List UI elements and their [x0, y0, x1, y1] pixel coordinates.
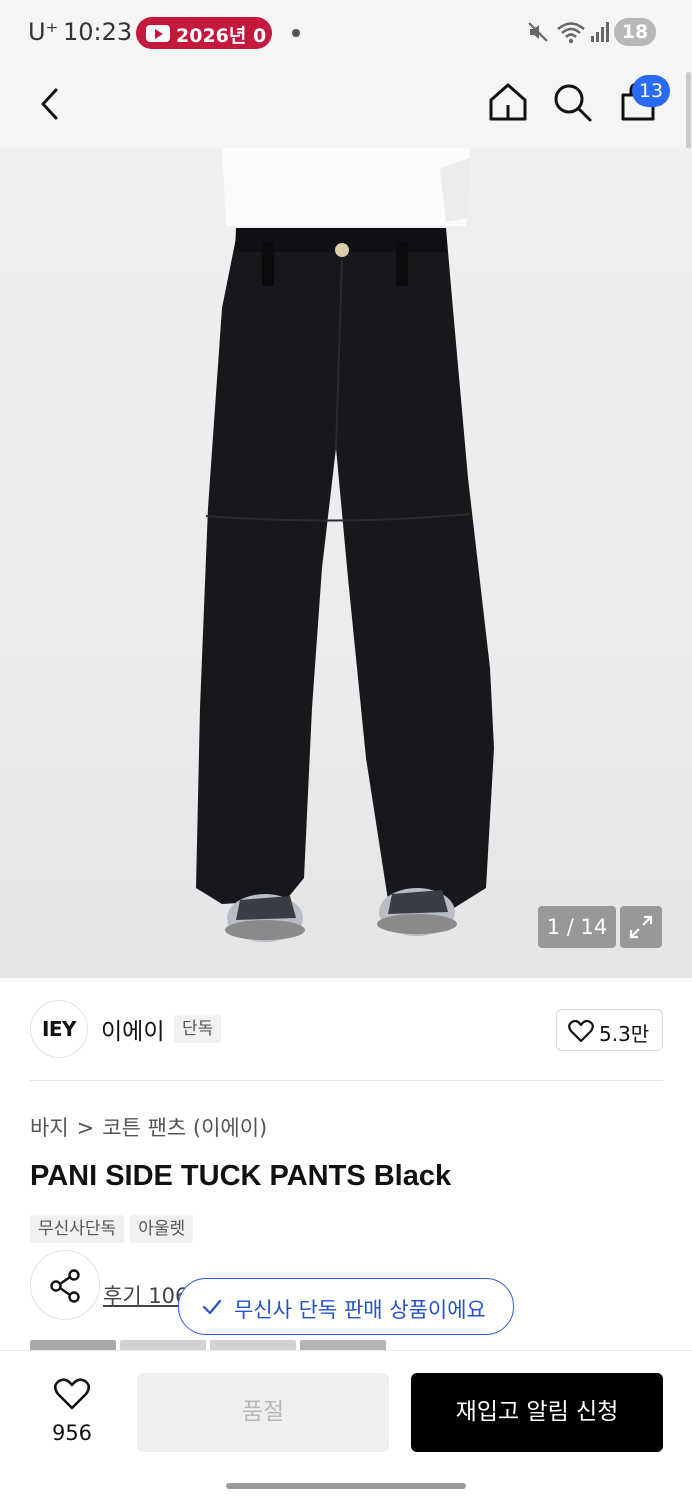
home-indicator[interactable] — [226, 1483, 466, 1489]
notification-dot-icon — [292, 29, 300, 37]
option-thumbnail[interactable] — [210, 1340, 296, 1350]
heart-icon — [53, 1378, 91, 1410]
product-image-gallery[interactable]: 1 / 14 — [0, 148, 692, 978]
image-counter: 1 / 14 — [538, 906, 616, 948]
tag-exclusive: 무신사단독 — [30, 1215, 125, 1243]
top-navigation: 13 — [0, 66, 692, 148]
option-thumbnail[interactable] — [300, 1340, 386, 1350]
heart-icon — [568, 1019, 594, 1043]
breadcrumb-subcategory[interactable]: 코튼 팬츠 (이에이) — [102, 1116, 267, 1140]
option-thumbnail[interactable] — [30, 1340, 116, 1350]
exclusive-badge: 단독 — [174, 1015, 222, 1043]
clock-time: 10:23 — [63, 18, 133, 46]
search-icon[interactable] — [550, 80, 594, 124]
review-link[interactable]: 후기 106 — [103, 1280, 188, 1310]
wishlist-count: 956 — [51, 1421, 93, 1445]
battery-indicator: 18 — [614, 18, 656, 46]
toast-message: 무신사 단독 판매 상품이에요 — [234, 1298, 486, 1322]
mute-icon — [528, 22, 548, 42]
breadcrumb-category[interactable]: 바지 — [30, 1116, 69, 1140]
carrier-label: U⁺ — [28, 18, 59, 46]
product-photo — [196, 148, 494, 942]
divider — [30, 1080, 663, 1081]
restock-alert-button[interactable]: 재입고 알림 신청 — [411, 1373, 663, 1452]
youtube-icon — [146, 25, 170, 42]
status-bar: U⁺ 10:23 2026년 0 18 — [0, 0, 692, 66]
option-thumbnail[interactable] — [120, 1340, 206, 1350]
wishlist-button[interactable]: 956 — [42, 1375, 102, 1455]
share-button[interactable] — [30, 1250, 100, 1320]
soldout-button: 품절 — [137, 1373, 389, 1452]
check-icon — [202, 1299, 222, 1315]
chevron-left-icon[interactable] — [30, 82, 74, 126]
youtube-pill-text: 2026년 0 — [176, 25, 267, 47]
product-title: PANI SIDE TUCK PANTS Black — [30, 1160, 452, 1192]
scrollbar[interactable] — [686, 72, 691, 158]
breadcrumb: 바지 > 코튼 팬츠 (이에이) — [30, 1112, 267, 1142]
breadcrumb-separator: > — [76, 1116, 95, 1140]
expand-icon[interactable] — [620, 906, 662, 948]
brand-like-count: 5.3만 — [599, 1022, 650, 1046]
home-icon[interactable] — [486, 80, 530, 124]
wifi-icon — [557, 22, 585, 44]
brand-name[interactable]: 이에이 — [101, 1012, 164, 1046]
option-thumbnails — [30, 1340, 390, 1350]
brand-logo[interactable]: IEY — [30, 1000, 88, 1058]
tag-outlet: 아울렛 — [130, 1215, 194, 1243]
cart-count-badge: 13 — [632, 75, 670, 107]
signal-icon — [591, 22, 609, 42]
exclusive-toast: 무신사 단독 판매 상품이에요 — [178, 1278, 514, 1335]
youtube-notification-pill[interactable]: 2026년 0 — [136, 17, 272, 49]
product-tags: 무신사단독 아울렛 — [30, 1215, 199, 1243]
brand-like-button[interactable]: 5.3만 — [556, 1009, 663, 1051]
share-icon — [50, 1269, 80, 1303]
bottom-action-bar: 956 품절 재입고 알림 신청 — [0, 1350, 692, 1500]
